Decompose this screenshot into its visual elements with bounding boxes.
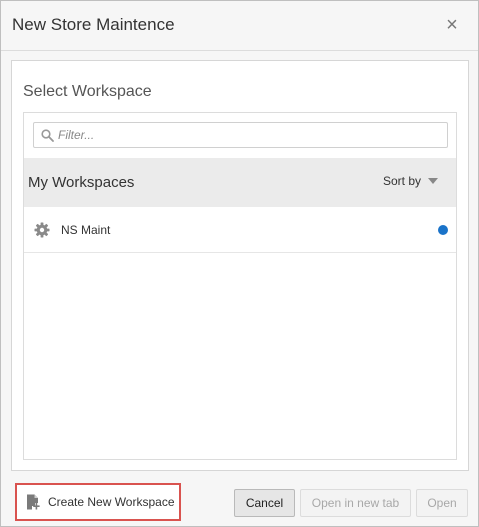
section-title: Select Workspace (23, 83, 152, 100)
new-store-dialog: New Store Maintence × Select Workspace M… (0, 0, 479, 527)
dialog-footer: Create New Workspace Cancel Open in new … (1, 479, 478, 526)
new-document-icon (27, 494, 40, 510)
close-icon[interactable]: × (442, 15, 462, 35)
filter-input[interactable] (58, 123, 443, 147)
dialog-header: New Store Maintence × (1, 1, 478, 51)
open-button[interactable]: Open (416, 489, 468, 517)
search-icon (41, 129, 54, 142)
workspace-name: NS Maint (61, 223, 111, 237)
status-indicator (438, 225, 448, 235)
open-in-new-tab-button[interactable]: Open in new tab (300, 489, 411, 517)
cancel-button[interactable]: Cancel (234, 489, 295, 517)
sort-dropdown[interactable]: Sort by (383, 174, 438, 188)
dialog-title: New Store Maintence (12, 15, 175, 34)
list-title: My Workspaces (28, 174, 135, 191)
workspace-panel: Select Workspace My Workspaces Sort by (11, 60, 469, 471)
workspace-list-box: My Workspaces Sort by (23, 112, 457, 460)
list-header: My Workspaces Sort by (24, 158, 456, 207)
list-item[interactable]: NS Maint (24, 207, 456, 253)
filter-field[interactable] (33, 122, 448, 148)
gear-icon (34, 222, 50, 238)
chevron-down-icon (428, 178, 438, 184)
create-new-workspace-button[interactable]: Create New Workspace (15, 483, 181, 521)
create-button-label: Create New Workspace (48, 495, 175, 509)
sort-label: Sort by (382, 174, 421, 188)
